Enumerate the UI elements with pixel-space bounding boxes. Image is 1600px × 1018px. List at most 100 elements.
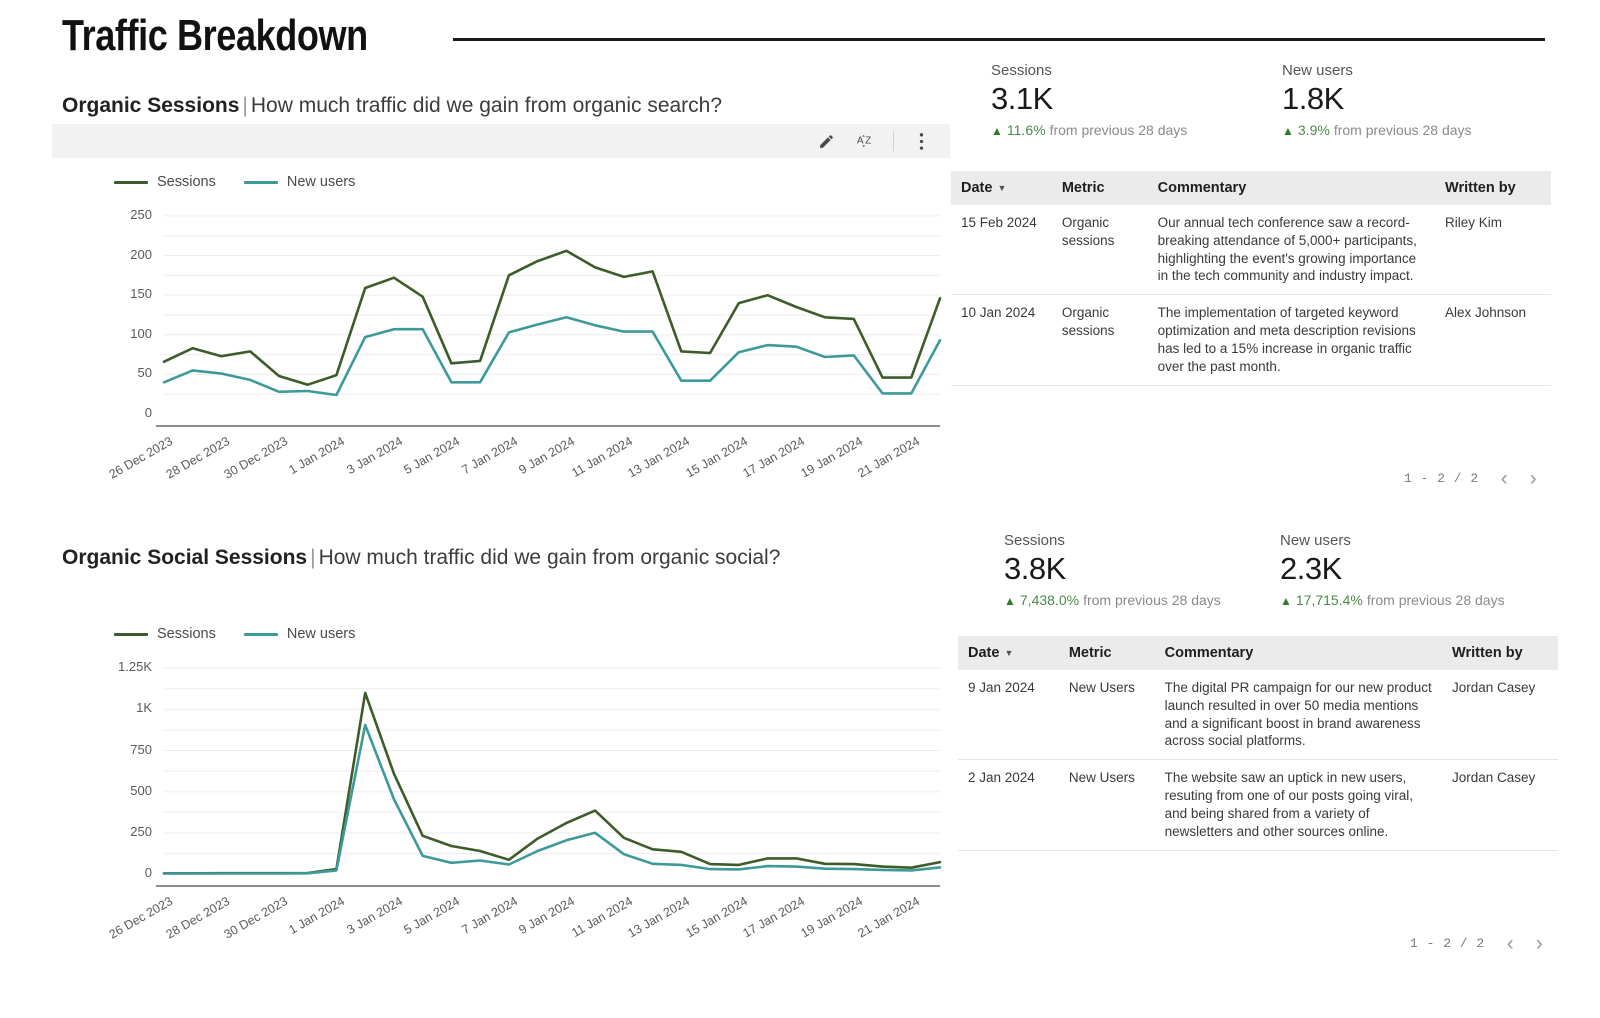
cell-commentary: The implementation of targeted keyword o… — [1147, 294, 1436, 386]
pagination-next-icon[interactable]: › — [1536, 933, 1543, 954]
cell-author: Riley Kim — [1435, 205, 1551, 296]
scorecard-value: 3.8K — [1004, 551, 1066, 586]
column-header-commentary[interactable]: Commentary — [1147, 171, 1436, 205]
arrow-up-icon: ▲ — [1282, 123, 1294, 138]
pencil-icon[interactable] — [813, 128, 839, 154]
table-header-row: Date ▼ Metric Commentary Written by — [958, 636, 1558, 670]
cell-commentary: Our annual tech conference saw a record-… — [1147, 205, 1436, 296]
chart-legend-1: Sessions New users — [114, 174, 355, 190]
legend-swatch-new-users — [243, 632, 278, 636]
table-row[interactable]: 9 Jan 2024 New Users The digital PR camp… — [958, 670, 1558, 761]
cell-metric: New Users — [1058, 759, 1155, 851]
commentary-table-2: Date ▼ Metric Commentary Written by 9 Jan… — [958, 636, 1558, 851]
scorecard-label: Sessions — [991, 62, 1052, 79]
scorecard-delta-pct: 3.9% — [1297, 121, 1330, 138]
scorecard-sessions-2: Sessions 3.8K ▲ 7,438.0% from previous 2… — [1004, 532, 1221, 608]
table-header-row: Date ▼ Metric Commentary Written by — [951, 171, 1551, 205]
y-axis-tick-label: 250 — [130, 823, 152, 839]
column-header-written-by[interactable]: Written by — [1442, 636, 1558, 670]
cell-commentary: The digital PR campaign for our new prod… — [1154, 670, 1443, 761]
table-row[interactable]: 15 Feb 2024 Organic sessions Our annual … — [951, 205, 1551, 296]
table-row[interactable]: 10 Jan 2024 Organic sessions The impleme… — [951, 294, 1551, 386]
pagination-1: 1 - 2 / 2 ‹ › — [1404, 468, 1537, 489]
pagination-next-icon[interactable]: › — [1530, 468, 1537, 489]
cell-metric: New Users — [1058, 670, 1155, 761]
cell-date: 2 Jan 2024 — [958, 759, 1059, 851]
y-axis-tick-label: 0 — [144, 865, 152, 880]
line-chart-organic-sessions[interactable]: 0 50 100 150 200 250 26 Dec 2023 28 Dec 2023 30 … — [52, 196, 950, 494]
pagination-count: 1 - 2 / 2 — [1410, 936, 1485, 951]
pagination-prev-icon[interactable]: ‹ — [1507, 933, 1514, 954]
y-axis-tick-label: 50 — [137, 365, 152, 381]
y-axis-tick-label: 0 — [144, 405, 152, 420]
section-title-organic-sessions: Organic Sessions | How much traffic did we… — [62, 94, 722, 118]
pagination-2: 1 - 2 / 2 ‹ › — [1410, 933, 1543, 954]
scorecard-delta-pct: 11.6% — [1006, 121, 1046, 138]
cell-commentary: The website saw an uptick in new users, … — [1154, 759, 1443, 851]
legend-label-sessions: Sessions — [157, 626, 216, 642]
more-vertical-icon[interactable] — [908, 128, 934, 154]
pagination-prev-icon[interactable]: ‹ — [1501, 468, 1508, 489]
cell-author: Jordan Casey — [1442, 759, 1558, 851]
scorecard-value: 1.8K — [1282, 81, 1344, 116]
legend-label-new-users: New users — [286, 174, 356, 190]
line-chart-organic-social-sessions[interactable]: 0 250 500 750 1K 1.25K 26 Dec 2023 28 Dec 2023 3… — [52, 648, 950, 960]
column-header-written-by[interactable]: Written by — [1435, 171, 1551, 205]
column-header-date[interactable]: Date ▼ — [958, 636, 1059, 670]
sort-caret-icon: ▼ — [997, 183, 1007, 194]
y-axis-tick-label: 100 — [130, 325, 152, 341]
legend-item-new-users[interactable]: New users — [243, 626, 356, 642]
column-header-metric[interactable]: Metric — [1058, 636, 1155, 670]
commentary-table-1: Date ▼ Metric Commentary Written by 15 Fe… — [951, 171, 1551, 386]
table-row[interactable]: 2 Jan 2024 New Users The website saw an … — [958, 759, 1558, 851]
page-header: Traffic Breakdown — [62, 8, 1545, 64]
section-title-separator: | — [310, 546, 316, 569]
y-axis-tick-label: 200 — [130, 246, 152, 262]
legend-item-sessions[interactable]: Sessions — [114, 626, 216, 642]
svg-text:A: A — [857, 136, 864, 147]
scorecard-delta-text: from previous 28 days — [1333, 121, 1472, 138]
y-axis-tick-label: 150 — [130, 286, 152, 302]
dashboard-page: Traffic Breakdown Organic Sessions | How m… — [0, 0, 1600, 1018]
toolbar-divider — [893, 131, 894, 151]
chart-card-organic-sessions: A Z Sessions New users 0 50 100 150 200 250 26 — [52, 124, 950, 494]
scorecard-delta-pct: 17,715.4% — [1295, 591, 1363, 608]
scorecard-delta: ▲ 11.6% from previous 28 days — [991, 122, 1187, 138]
scorecard-delta-text: from previous 28 days — [1049, 121, 1188, 138]
section-title-separator: | — [242, 94, 248, 117]
scorecard-value: 3.1K — [991, 81, 1053, 116]
column-header-commentary[interactable]: Commentary — [1154, 636, 1443, 670]
cell-date: 15 Feb 2024 — [951, 205, 1052, 296]
y-axis-tick-label: 250 — [130, 206, 152, 222]
chart-toolbar: A Z — [52, 124, 950, 158]
scorecard-new-users-1: New users 1.8K ▲ 3.9% from previous 28 d… — [1282, 62, 1472, 138]
section-title-bold: Organic Sessions — [62, 94, 240, 117]
cell-date: 10 Jan 2024 — [951, 294, 1052, 386]
column-header-metric[interactable]: Metric — [1051, 171, 1148, 205]
legend-swatch-sessions — [114, 180, 148, 184]
legend-swatch-sessions — [114, 632, 148, 636]
chart-legend-2: Sessions New users — [114, 626, 355, 642]
legend-label-new-users: New users — [286, 626, 356, 642]
sort-az-icon[interactable]: A Z — [853, 128, 879, 154]
scorecard-delta-text: from previous 28 days — [1083, 591, 1221, 608]
cell-date: 9 Jan 2024 — [958, 670, 1059, 761]
legend-item-new-users[interactable]: New users — [243, 174, 356, 190]
series-line-new-users — [162, 316, 942, 397]
y-axis-tick-label: 750 — [130, 741, 152, 757]
section-title-question: How much traffic did we gain from organi… — [318, 546, 781, 569]
cell-author: Jordan Casey — [1442, 670, 1558, 761]
legend-item-sessions[interactable]: Sessions — [114, 174, 216, 190]
scorecard-delta-pct: 7,438.0% — [1019, 591, 1080, 608]
arrow-up-icon: ▲ — [1280, 593, 1292, 608]
column-header-date[interactable]: Date ▼ — [951, 171, 1052, 205]
y-axis-tick-label: 500 — [130, 782, 152, 798]
y-axis-tick-label: 1K — [136, 700, 152, 716]
section-title-organic-social-sessions: Organic Social Sessions | How much traffic… — [62, 546, 780, 570]
series-line-new-users — [162, 723, 942, 875]
scorecard-delta-text: from previous 28 days — [1366, 591, 1505, 608]
arrow-up-icon: ▲ — [991, 123, 1003, 138]
scorecard-delta: ▲ 7,438.0% from previous 28 days — [1004, 592, 1221, 608]
sort-caret-icon: ▼ — [1004, 648, 1014, 659]
section-title-bold: Organic Social Sessions — [62, 546, 308, 569]
